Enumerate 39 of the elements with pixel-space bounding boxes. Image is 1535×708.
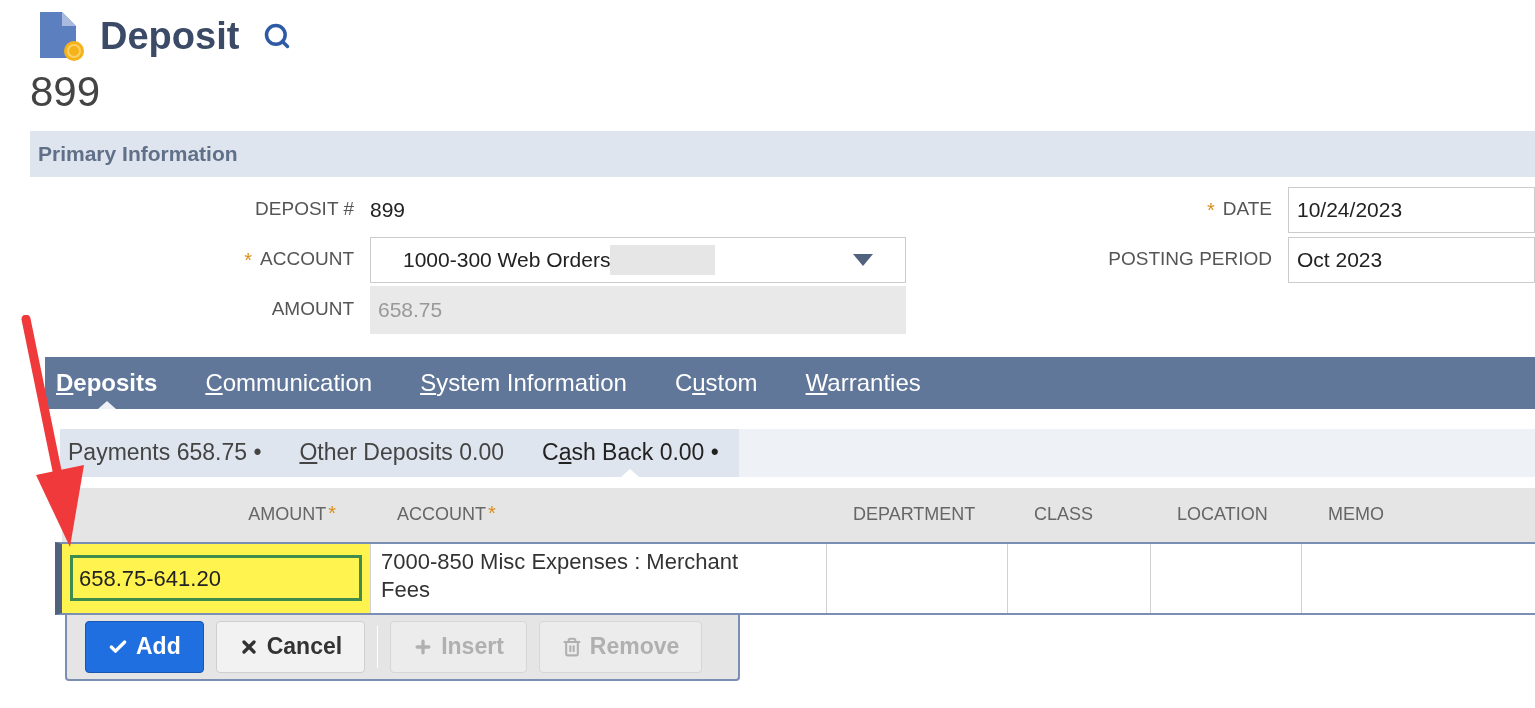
field-label: ACCOUNT (260, 247, 354, 272)
amount-input[interactable]: 658.75-641.20 (70, 555, 362, 601)
select-value: 1000-300 Web Orders (403, 246, 611, 273)
toolbar-button[interactable]: Cancel (215, 620, 366, 673)
record-number: 899 (29, 67, 102, 117)
column-header: AMOUNT (248, 503, 327, 526)
subtab[interactable]: Cash Back 0.00 • (542, 428, 719, 477)
field-label: DATE (1222, 197, 1272, 222)
table-cell: 7000-850 Misc Expenses : Merchant Fees (381, 548, 739, 603)
subtab[interactable]: Other Deposits 0.00 (299, 428, 504, 477)
tab[interactable]: Communication (205, 356, 373, 409)
column-header: LOCATION (1177, 503, 1268, 526)
input-field[interactable]: Oct 2023 (1288, 236, 1535, 283)
toolbar-button[interactable]: Add (85, 620, 204, 673)
field-label: POSTING PERIOD (1108, 247, 1272, 272)
required-mark: * (488, 500, 496, 526)
search-icon[interactable] (263, 22, 292, 50)
required-mark: * (244, 247, 253, 273)
section-header: Primary Information (30, 130, 1535, 177)
tab[interactable]: Warranties (805, 356, 921, 409)
trash-icon (561, 636, 582, 657)
page-title: Deposit (100, 17, 240, 55)
dropdown-caret-icon (853, 253, 873, 266)
tab[interactable]: Custom (674, 356, 758, 409)
input-field[interactable]: 10/24/2023 (1288, 186, 1535, 233)
field-value: 899 (370, 196, 406, 223)
account-select[interactable]: 1000-300 Web Orders (370, 236, 906, 283)
column-header: DEPARTMENT (853, 503, 976, 526)
field-label: DEPOSIT # (255, 197, 354, 222)
required-mark: * (328, 500, 336, 526)
column-header: MEMO (1328, 503, 1384, 526)
tab[interactable]: Deposits (56, 356, 158, 409)
column-header: CLASS (1034, 503, 1094, 526)
tab[interactable]: System Information (420, 356, 627, 409)
field-label: AMOUNT (271, 297, 354, 322)
column-header: ACCOUNT (397, 503, 486, 526)
subtab[interactable]: Payments 658.75 • (68, 428, 262, 477)
amount-field: 658.75 (370, 285, 906, 334)
required-mark: * (1206, 197, 1215, 223)
